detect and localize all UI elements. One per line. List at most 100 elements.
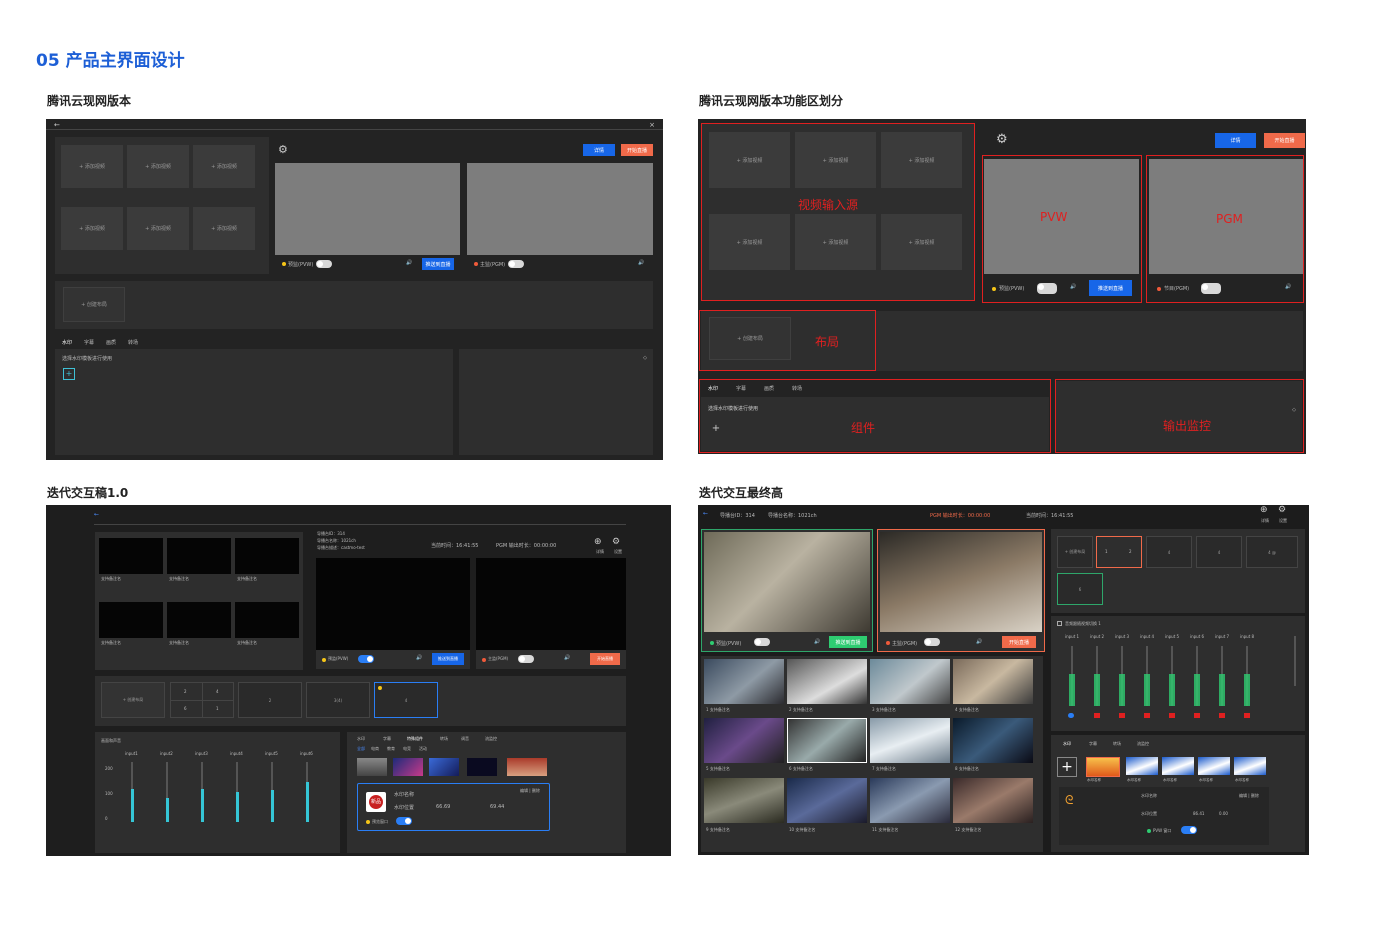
source-thumb[interactable] [704,718,784,763]
volume-icon[interactable]: 🔊 [638,260,644,266]
gear-icon[interactable]: ⚙ [612,537,620,547]
fader-level[interactable] [1244,674,1250,706]
source-thumb[interactable] [167,538,231,574]
tab-watermark[interactable]: 水印 [1063,741,1071,747]
volume-icon[interactable]: 🔊 [814,639,820,645]
layout-preset-selected[interactable]: 1 2 [1096,536,1142,568]
push-live-button[interactable]: 推送到直播 [829,636,867,648]
detail-button[interactable]: 详情 [1215,133,1256,148]
add-video-tile[interactable]: + 添加视频 [193,207,255,250]
edit-delete-links[interactable]: 编辑 | 删除 [520,788,540,794]
volume-icon[interactable]: 🔊 [1285,284,1291,290]
source-thumb[interactable] [953,778,1033,823]
volume-icon[interactable]: 🔊 [406,260,412,266]
layout-preset-selected[interactable]: 4 [374,682,438,718]
mute-icon[interactable] [1119,713,1125,718]
fader-level[interactable] [1119,674,1125,706]
tab-stream[interactable]: 流监控 [485,736,497,742]
layout-preset[interactable]: 3(4) [306,682,370,718]
start-live-button[interactable]: 开始直播 [1264,133,1305,148]
gear-icon[interactable]: ⚙ [1278,505,1286,515]
create-layout-button[interactable]: + 创建布局 [101,682,165,718]
subtab-all[interactable]: 全部 [357,746,365,752]
wm-y-value[interactable]: 69.44 [490,804,504,810]
tab-transition[interactable]: 转场 [1113,741,1121,747]
tab-watermark[interactable]: 水印 [357,736,365,742]
volume-icon[interactable]: 🔊 [564,655,570,661]
source-thumb[interactable] [870,659,950,704]
pvw-window-toggle[interactable] [1181,826,1197,834]
detail-button[interactable]: 详情 [583,144,615,156]
wm-y-value[interactable]: 0.00 [1219,811,1228,816]
source-thumb[interactable] [167,602,231,638]
source-thumb[interactable] [787,659,867,704]
pgm-toggle[interactable] [518,655,534,663]
watermark-thumb[interactable] [1126,757,1158,775]
wm-x-value[interactable]: 86.41 [1193,811,1204,816]
add-video-tile[interactable]: + 添加视频 [61,207,123,250]
volume-icon[interactable]: 🔊 [1070,284,1076,290]
layout-preset[interactable]: 4 @ [1246,536,1298,568]
template-thumb[interactable] [429,758,459,776]
tab-subtitle[interactable]: 字幕 [1089,741,1097,747]
fader-level[interactable] [1219,674,1225,706]
pgm-toggle[interactable] [1201,283,1221,294]
pvw-toggle[interactable] [754,638,770,646]
fader-level[interactable] [1094,674,1100,706]
fader-level[interactable] [1069,674,1075,706]
pgm-toggle[interactable] [508,260,524,268]
audio-follow-checkbox[interactable] [1057,621,1062,626]
source-thumb[interactable] [953,659,1033,704]
pvw-toggle[interactable] [358,655,374,663]
start-live-button[interactable]: 开始直播 [1002,636,1036,648]
layout-preset[interactable]: 6 [1057,573,1103,605]
source-thumb[interactable] [99,538,163,574]
source-thumb[interactable] [235,602,299,638]
tab-quality[interactable]: 画质 [106,339,116,346]
wm-x-value[interactable]: 66.69 [436,804,450,810]
mute-icon[interactable] [1169,713,1175,718]
push-live-button[interactable]: 推送到直播 [432,653,464,665]
fader-level[interactable] [1144,674,1150,706]
pvw-toggle[interactable] [1037,283,1057,294]
volume-icon[interactable]: 🔊 [416,655,422,661]
gear-icon[interactable]: ⚙ [996,132,1008,147]
close-icon[interactable]: × [649,121,655,129]
subtab[interactable]: 电商 [371,746,379,752]
watermark-thumb[interactable] [1162,757,1194,775]
source-thumb-selected[interactable] [787,718,867,763]
subtab[interactable]: 活动 [419,746,427,752]
preview-window-toggle[interactable] [396,817,412,825]
add-watermark-button[interactable]: + [1057,757,1077,777]
source-thumb[interactable] [704,778,784,823]
add-video-tile[interactable]: + 添加视频 [193,145,255,188]
mute-icon[interactable] [1068,713,1074,718]
start-live-button[interactable]: 开始直播 [590,653,620,665]
source-thumb[interactable] [704,659,784,704]
watermark-thumb[interactable] [1234,757,1266,775]
mute-icon[interactable] [1144,713,1150,718]
expand-icon[interactable]: ◇ [643,355,647,361]
template-thumb[interactable] [357,758,387,776]
tab-audio[interactable]: 调音 [461,736,469,742]
template-thumb[interactable] [467,758,497,776]
mute-icon[interactable] [1194,713,1200,718]
tab-transition[interactable]: 转场 [128,339,138,346]
layout-preset-6[interactable]: 2 4 6 1 [170,682,234,718]
subtab[interactable]: 电竞 [403,746,411,752]
source-thumb[interactable] [870,718,950,763]
gear-icon[interactable]: ⚙ [278,143,288,156]
tab-transition[interactable]: 转场 [440,736,448,742]
template-thumb[interactable] [507,758,547,776]
scrollbar[interactable] [1294,636,1296,686]
pgm-toggle[interactable] [924,638,940,646]
push-live-button[interactable]: 推送到直播 [422,258,454,270]
mute-icon[interactable] [1244,713,1250,718]
source-thumb[interactable] [99,602,163,638]
tab-stream[interactable]: 流监控 [1137,741,1149,747]
subtab[interactable]: 教育 [387,746,395,752]
layout-preset[interactable]: 4 [1146,536,1192,568]
tab-subtitle[interactable]: 字幕 [84,339,94,346]
fader-level[interactable] [1194,674,1200,706]
detail-icon[interactable]: ⊕ [1260,505,1268,515]
